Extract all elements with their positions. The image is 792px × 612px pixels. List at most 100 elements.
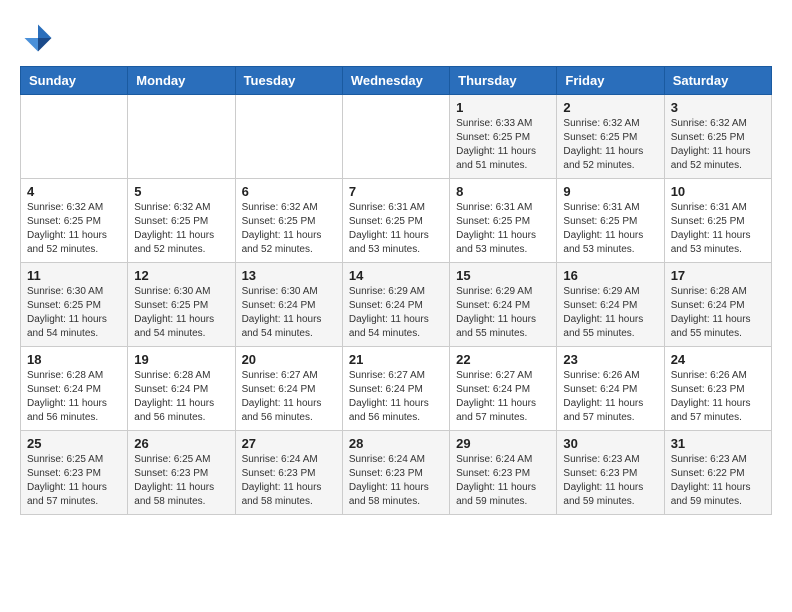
day-number: 31 <box>671 436 765 451</box>
day-info: Sunrise: 6:25 AM Sunset: 6:23 PM Dayligh… <box>134 453 228 509</box>
day-info: Sunrise: 6:27 AM Sunset: 6:24 PM Dayligh… <box>456 369 550 425</box>
day-cell <box>342 95 449 179</box>
weekday-header-monday: Monday <box>128 67 235 95</box>
weekday-header-saturday: Saturday <box>664 67 771 95</box>
day-cell: 18 Sunrise: 6:28 AM Sunset: 6:24 PM Dayli… <box>21 347 128 431</box>
day-number: 15 <box>456 268 550 283</box>
day-cell: 8Sunrise: 6:31 AM Sunset: 6:25 PM Daylig… <box>450 179 557 263</box>
day-cell: 31 Sunrise: 6:23 AM Sunset: 6:22 PM Dayli… <box>664 431 771 515</box>
day-cell: 21 Sunrise: 6:27 AM Sunset: 6:24 PM Dayli… <box>342 347 449 431</box>
day-cell: 30Sunrise: 6:23 AM Sunset: 6:23 PM Dayli… <box>557 431 664 515</box>
day-number: 5 <box>134 184 228 199</box>
day-cell: 20Sunrise: 6:27 AM Sunset: 6:24 PM Dayli… <box>235 347 342 431</box>
day-number: 20 <box>242 352 336 367</box>
day-cell: 5 Sunrise: 6:32 AM Sunset: 6:25 PM Daylig… <box>128 179 235 263</box>
day-cell: 23 Sunrise: 6:26 AM Sunset: 6:24 PM Dayli… <box>557 347 664 431</box>
day-cell: 29Sunrise: 6:24 AM Sunset: 6:23 PM Dayli… <box>450 431 557 515</box>
day-number: 14 <box>349 268 443 283</box>
day-cell: 15 Sunrise: 6:29 AM Sunset: 6:24 PM Dayli… <box>450 263 557 347</box>
day-cell <box>235 95 342 179</box>
week-row-4: 18 Sunrise: 6:28 AM Sunset: 6:24 PM Dayli… <box>21 347 772 431</box>
page-header <box>20 20 772 56</box>
day-cell: 2 Sunrise: 6:32 AM Sunset: 6:25 PM Daylig… <box>557 95 664 179</box>
day-info: Sunrise: 6:26 AM Sunset: 6:23 PM Dayligh… <box>671 369 765 425</box>
day-cell: 17 Sunrise: 6:28 AM Sunset: 6:24 PM Dayli… <box>664 263 771 347</box>
day-number: 13 <box>242 268 336 283</box>
day-cell: 4Sunrise: 6:32 AM Sunset: 6:25 PM Daylig… <box>21 179 128 263</box>
day-cell: 19Sunrise: 6:28 AM Sunset: 6:24 PM Dayli… <box>128 347 235 431</box>
day-cell: 24 Sunrise: 6:26 AM Sunset: 6:23 PM Dayli… <box>664 347 771 431</box>
day-cell: 28Sunrise: 6:24 AM Sunset: 6:23 PM Dayli… <box>342 431 449 515</box>
weekday-header-row: SundayMondayTuesdayWednesdayThursdayFrid… <box>21 67 772 95</box>
day-cell: 25 Sunrise: 6:25 AM Sunset: 6:23 PM Dayli… <box>21 431 128 515</box>
day-info: Sunrise: 6:25 AM Sunset: 6:23 PM Dayligh… <box>27 453 121 509</box>
weekday-header-wednesday: Wednesday <box>342 67 449 95</box>
day-number: 27 <box>242 436 336 451</box>
day-number: 28 <box>349 436 443 451</box>
day-number: 8 <box>456 184 550 199</box>
day-number: 18 <box>27 352 121 367</box>
calendar-body: 1 Sunrise: 6:33 AM Sunset: 6:25 PM Daylig… <box>21 95 772 515</box>
day-cell: 10 Sunrise: 6:31 AM Sunset: 6:25 PM Dayli… <box>664 179 771 263</box>
day-number: 23 <box>563 352 657 367</box>
day-number: 21 <box>349 352 443 367</box>
week-row-2: 4Sunrise: 6:32 AM Sunset: 6:25 PM Daylig… <box>21 179 772 263</box>
day-info: Sunrise: 6:30 AM Sunset: 6:25 PM Dayligh… <box>134 285 228 341</box>
calendar-table: SundayMondayTuesdayWednesdayThursdayFrid… <box>20 66 772 515</box>
day-info: Sunrise: 6:27 AM Sunset: 6:24 PM Dayligh… <box>349 369 443 425</box>
week-row-3: 11 Sunrise: 6:30 AM Sunset: 6:25 PM Dayli… <box>21 263 772 347</box>
day-info: Sunrise: 6:29 AM Sunset: 6:24 PM Dayligh… <box>563 285 657 341</box>
day-number: 25 <box>27 436 121 451</box>
day-number: 26 <box>134 436 228 451</box>
day-info: Sunrise: 6:32 AM Sunset: 6:25 PM Dayligh… <box>242 201 336 257</box>
day-cell: 12 Sunrise: 6:30 AM Sunset: 6:25 PM Dayli… <box>128 263 235 347</box>
weekday-header-friday: Friday <box>557 67 664 95</box>
day-number: 24 <box>671 352 765 367</box>
day-cell: 1 Sunrise: 6:33 AM Sunset: 6:25 PM Daylig… <box>450 95 557 179</box>
day-info: Sunrise: 6:32 AM Sunset: 6:25 PM Dayligh… <box>27 201 121 257</box>
calendar-header: SundayMondayTuesdayWednesdayThursdayFrid… <box>21 67 772 95</box>
day-number: 7 <box>349 184 443 199</box>
day-number: 11 <box>27 268 121 283</box>
day-info: Sunrise: 6:24 AM Sunset: 6:23 PM Dayligh… <box>456 453 550 509</box>
day-info: Sunrise: 6:31 AM Sunset: 6:25 PM Dayligh… <box>563 201 657 257</box>
logo <box>20 20 62 56</box>
day-number: 10 <box>671 184 765 199</box>
day-info: Sunrise: 6:30 AM Sunset: 6:24 PM Dayligh… <box>242 285 336 341</box>
day-info: Sunrise: 6:23 AM Sunset: 6:22 PM Dayligh… <box>671 453 765 509</box>
day-cell: 7Sunrise: 6:31 AM Sunset: 6:25 PM Daylig… <box>342 179 449 263</box>
day-cell: 22 Sunrise: 6:27 AM Sunset: 6:24 PM Dayli… <box>450 347 557 431</box>
day-cell: 16 Sunrise: 6:29 AM Sunset: 6:24 PM Dayli… <box>557 263 664 347</box>
day-number: 16 <box>563 268 657 283</box>
weekday-header-tuesday: Tuesday <box>235 67 342 95</box>
day-info: Sunrise: 6:24 AM Sunset: 6:23 PM Dayligh… <box>242 453 336 509</box>
day-cell <box>21 95 128 179</box>
day-cell <box>128 95 235 179</box>
weekday-header-thursday: Thursday <box>450 67 557 95</box>
day-info: Sunrise: 6:29 AM Sunset: 6:24 PM Dayligh… <box>456 285 550 341</box>
day-info: Sunrise: 6:32 AM Sunset: 6:25 PM Dayligh… <box>134 201 228 257</box>
day-info: Sunrise: 6:33 AM Sunset: 6:25 PM Dayligh… <box>456 117 550 173</box>
day-cell: 6 Sunrise: 6:32 AM Sunset: 6:25 PM Daylig… <box>235 179 342 263</box>
day-info: Sunrise: 6:32 AM Sunset: 6:25 PM Dayligh… <box>563 117 657 173</box>
day-info: Sunrise: 6:26 AM Sunset: 6:24 PM Dayligh… <box>563 369 657 425</box>
week-row-5: 25 Sunrise: 6:25 AM Sunset: 6:23 PM Dayli… <box>21 431 772 515</box>
day-cell: 14Sunrise: 6:29 AM Sunset: 6:24 PM Dayli… <box>342 263 449 347</box>
day-number: 1 <box>456 100 550 115</box>
day-info: Sunrise: 6:28 AM Sunset: 6:24 PM Dayligh… <box>27 369 121 425</box>
weekday-header-sunday: Sunday <box>21 67 128 95</box>
day-info: Sunrise: 6:28 AM Sunset: 6:24 PM Dayligh… <box>134 369 228 425</box>
day-number: 9 <box>563 184 657 199</box>
day-number: 6 <box>242 184 336 199</box>
day-cell: 13 Sunrise: 6:30 AM Sunset: 6:24 PM Dayli… <box>235 263 342 347</box>
day-number: 17 <box>671 268 765 283</box>
day-info: Sunrise: 6:28 AM Sunset: 6:24 PM Dayligh… <box>671 285 765 341</box>
week-row-1: 1 Sunrise: 6:33 AM Sunset: 6:25 PM Daylig… <box>21 95 772 179</box>
day-number: 2 <box>563 100 657 115</box>
day-number: 3 <box>671 100 765 115</box>
day-info: Sunrise: 6:31 AM Sunset: 6:25 PM Dayligh… <box>671 201 765 257</box>
day-cell: 27 Sunrise: 6:24 AM Sunset: 6:23 PM Dayli… <box>235 431 342 515</box>
day-info: Sunrise: 6:32 AM Sunset: 6:25 PM Dayligh… <box>671 117 765 173</box>
day-number: 22 <box>456 352 550 367</box>
day-number: 12 <box>134 268 228 283</box>
